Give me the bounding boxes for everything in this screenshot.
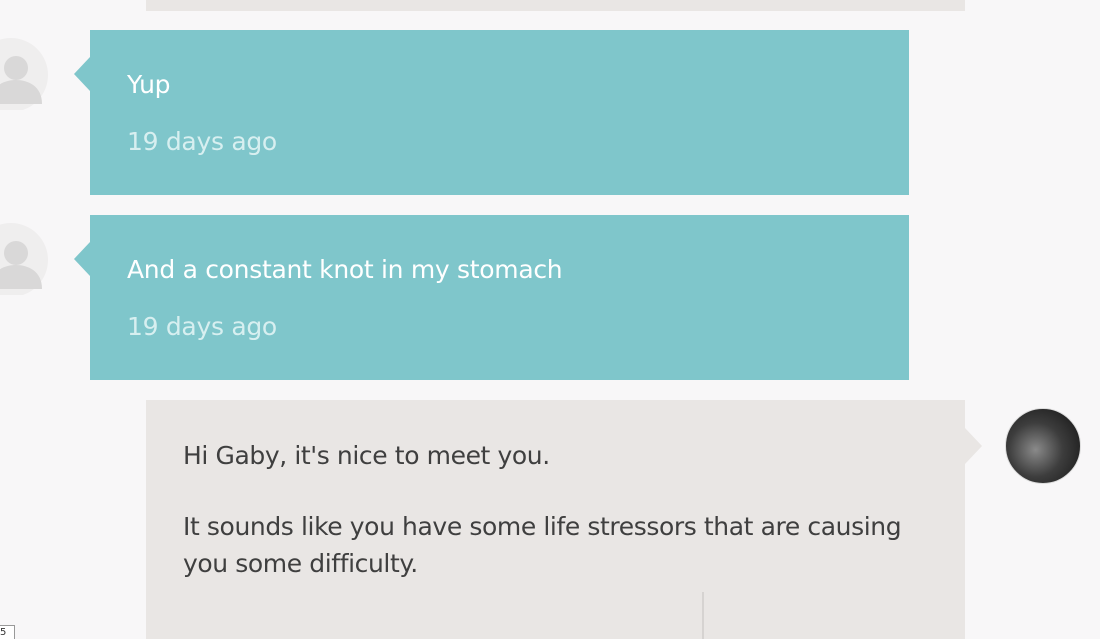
previous-message-bubble <box>146 0 965 11</box>
chat-thread: Yup 19 days ago And a constant knot in m… <box>0 0 1100 639</box>
user-avatar <box>0 223 52 295</box>
counselor-avatar[interactable] <box>1005 408 1081 484</box>
user-silhouette-icon <box>0 241 42 289</box>
message-text: And a constant knot in my stomach <box>127 255 563 284</box>
user-avatar <box>0 38 52 110</box>
message-bubble-user: And a constant knot in my stomach 19 day… <box>74 215 909 380</box>
embedded-media-edge <box>702 592 704 639</box>
message-bubble-user: Yup 19 days ago <box>74 30 909 195</box>
message-text: Yup <box>127 70 171 99</box>
message-bubble-counselor: Hi Gaby, it's nice to meet you. It sound… <box>146 400 982 639</box>
message-timestamp: 19 days ago <box>127 127 277 156</box>
corner-tag: 5 <box>0 625 15 639</box>
user-silhouette-icon <box>0 56 42 104</box>
message-timestamp: 19 days ago <box>127 312 277 341</box>
message-paragraph: Hi Gaby, it's nice to meet you. <box>183 441 550 470</box>
message-paragraph: It sounds like you have some life stress… <box>183 512 902 578</box>
